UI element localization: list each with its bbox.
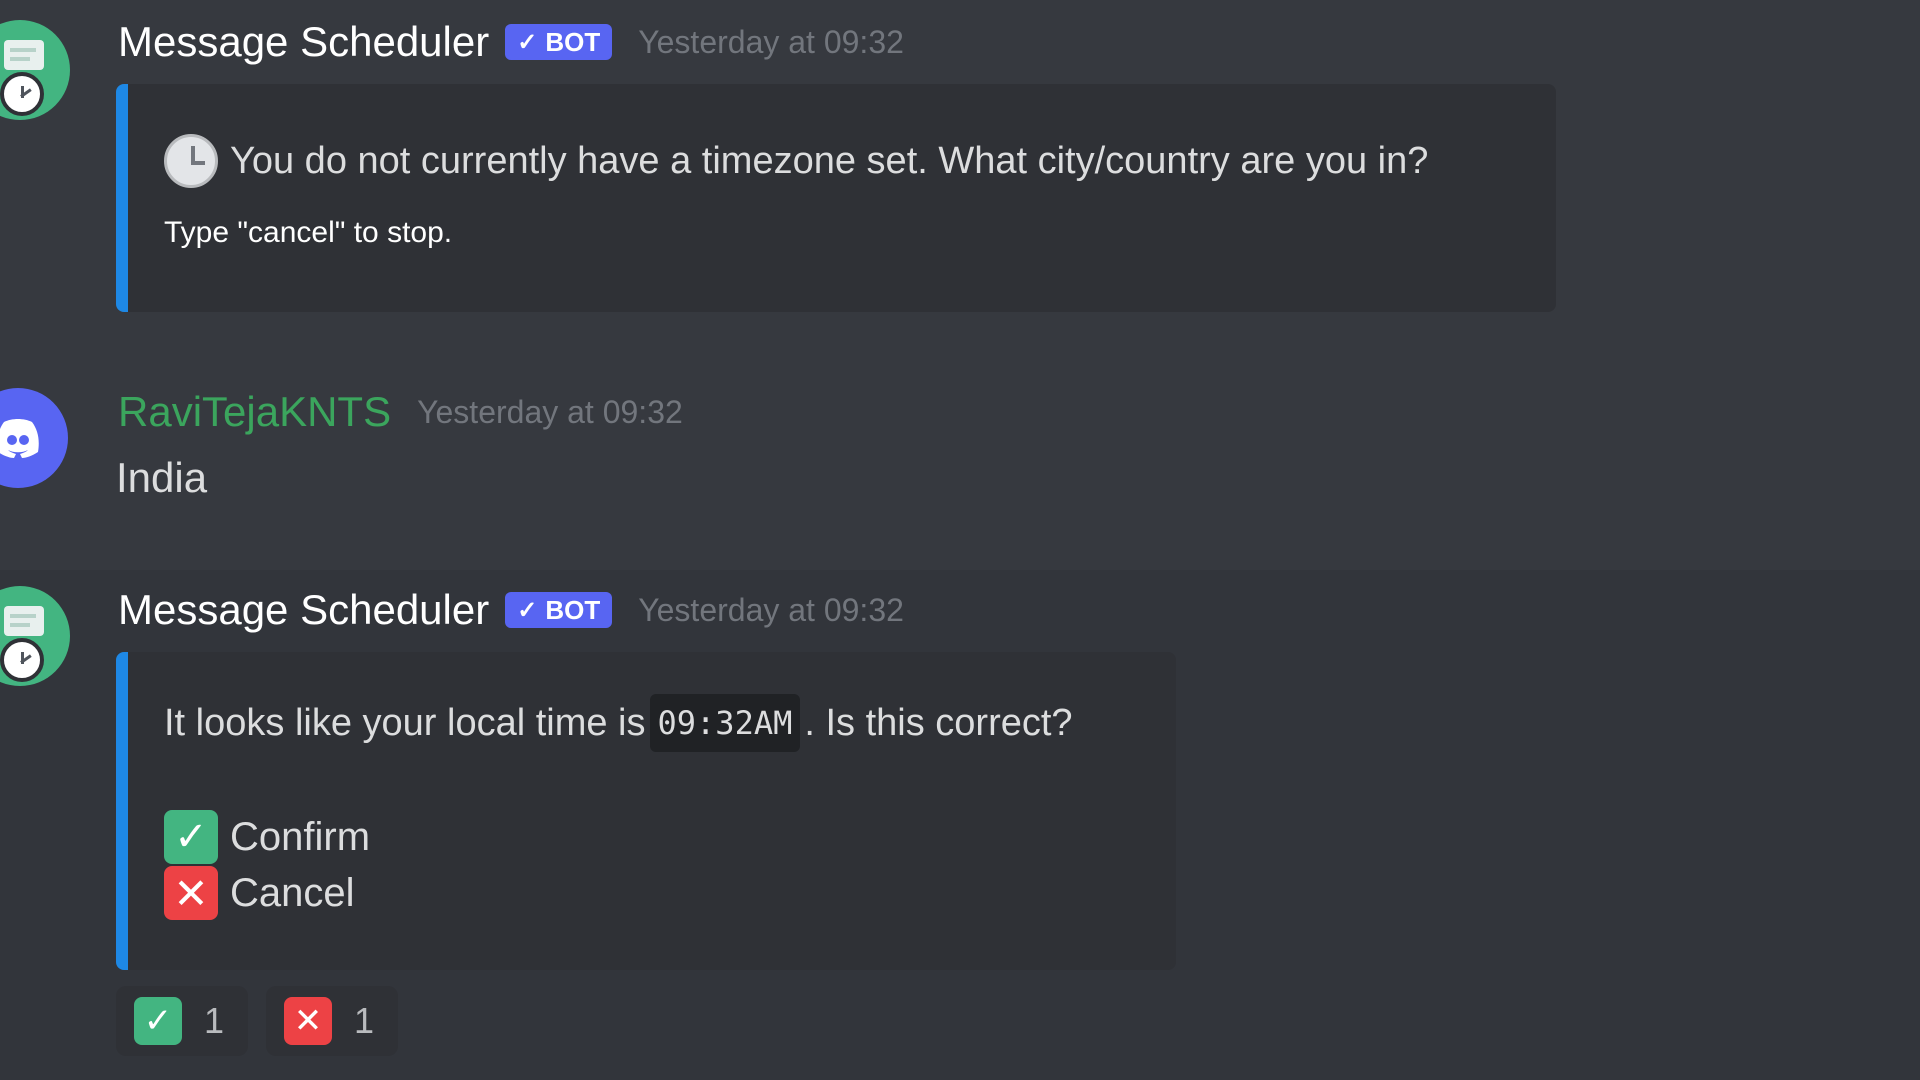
bot-tag: ✓ BOT: [505, 24, 613, 60]
user-avatar[interactable]: [0, 388, 68, 488]
chat-log: Message Scheduler ✓ BOT Yesterday at 09:3…: [0, 0, 1920, 1080]
username[interactable]: RaviTejaKNTS: [118, 388, 391, 436]
username[interactable]: Message Scheduler: [118, 586, 489, 634]
message-header: Message Scheduler ✓ BOT Yesterday at 09:3…: [118, 18, 904, 66]
check-mark-icon: ✓: [134, 997, 182, 1045]
message-header: Message Scheduler ✓ BOT Yesterday at 09:3…: [118, 586, 904, 634]
embed: You do not currently have a timezone set…: [116, 84, 1556, 312]
cross-mark-icon: ✕: [284, 997, 332, 1045]
message-1: Message Scheduler ✓ BOT Yesterday at 09:3…: [0, 0, 1920, 330]
cancel-option: ✕ Cancel: [164, 866, 355, 920]
reaction-count: 1: [354, 1000, 375, 1041]
embed-description: It looks like your local time is 09:32AM…: [164, 694, 1073, 752]
timestamp: Yesterday at 09:32: [417, 393, 683, 430]
discord-logo-icon: [0, 419, 39, 458]
bot-avatar[interactable]: [0, 586, 70, 686]
time-code: 09:32AM: [649, 694, 801, 752]
reaction-confirm[interactable]: ✓ 1: [116, 986, 248, 1056]
reaction-count: 1: [204, 1000, 225, 1041]
username[interactable]: Message Scheduler: [118, 18, 489, 66]
bot-avatar[interactable]: [0, 20, 70, 120]
reaction-cancel[interactable]: ✕ 1: [266, 986, 398, 1056]
message-content: India: [116, 454, 208, 501]
embed-footer-text: Type "cancel" to stop.: [164, 216, 453, 249]
timestamp: Yesterday at 09:32: [638, 591, 904, 628]
clock-icon: [164, 134, 218, 188]
embed: It looks like your local time is 09:32AM…: [116, 652, 1176, 970]
check-icon: ✓: [517, 596, 538, 624]
check-icon: ✓: [517, 28, 538, 56]
embed-description: You do not currently have a timezone set…: [164, 134, 1428, 188]
message-2: RaviTejaKNTS Yesterday at 09:32 India: [0, 370, 1920, 570]
cross-mark-icon: ✕: [164, 866, 218, 920]
timestamp: Yesterday at 09:32: [638, 23, 904, 60]
confirm-option: ✓ Confirm: [164, 810, 370, 864]
check-mark-icon: ✓: [164, 810, 218, 864]
bot-tag: ✓ BOT: [505, 592, 613, 628]
message-3: Message Scheduler ✓ BOT Yesterday at 09:3…: [0, 570, 1920, 1080]
message-header: RaviTejaKNTS Yesterday at 09:32: [118, 388, 683, 436]
